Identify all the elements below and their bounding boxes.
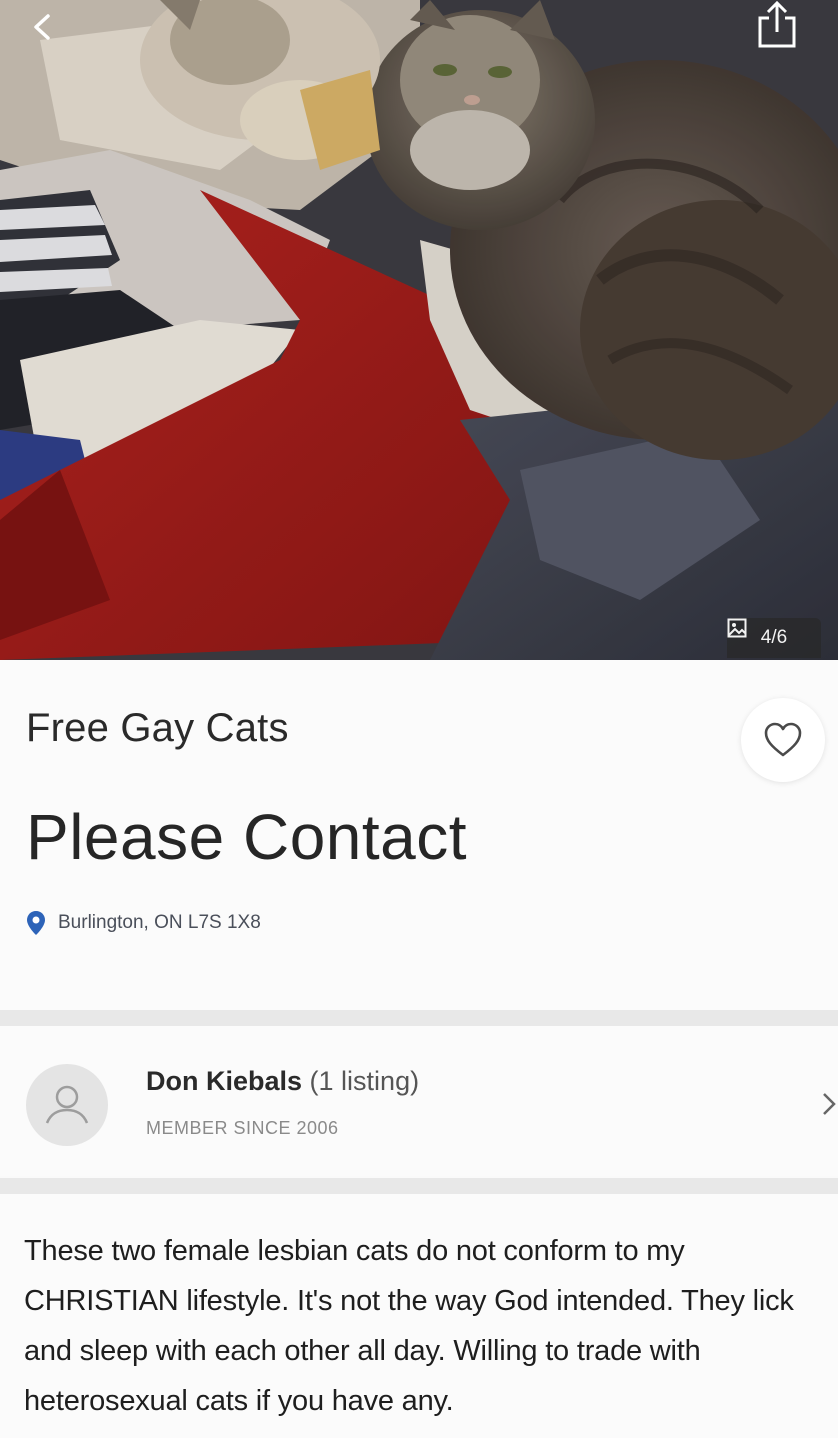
share-icon [758,0,796,48]
section-divider [0,1178,838,1194]
listing-description: These two female lesbian cats do not con… [0,1194,838,1438]
location-text: Burlington, ON L7S 1X8 [58,912,261,933]
listing-photo[interactable]: 4/6 [0,0,838,660]
location-pin-icon [27,911,45,935]
photo-counter[interactable]: 4/6 [727,618,821,658]
chevron-left-icon [34,14,50,40]
chevron-right-icon [823,1093,836,1115]
avatar [26,1064,108,1146]
seller-listing-count: (1 listing) [309,1066,420,1096]
section-divider [0,1010,838,1026]
listing-price: Please Contact [26,801,468,873]
cats-photo-image [0,0,838,660]
seller-name: Don Kiebals [146,1066,303,1096]
seller-row[interactable]: Don Kiebals (1 listing) MEMBER SINCE 200… [0,1026,838,1176]
heart-icon [764,722,802,757]
listing-location[interactable]: Burlington, ON L7S 1X8 [26,910,261,936]
seller-name-line: Don Kiebals (1 listing) [146,1066,419,1097]
listing-page: 4/6 Free Gay Cats Please Contact Burling… [0,0,838,1438]
description-text: These two female lesbian cats do not con… [24,1235,794,1417]
user-icon [45,1085,89,1124]
image-icon [727,618,747,638]
favorite-button[interactable] [741,698,825,782]
listing-header: Free Gay Cats Please Contact Burlington,… [0,660,838,1010]
share-button[interactable] [755,0,815,62]
photo-counter-text: 4/6 [760,627,788,648]
listing-title: Free Gay Cats [26,706,289,750]
member-since: MEMBER SINCE 2006 [146,1118,339,1138]
back-button[interactable] [30,12,80,52]
